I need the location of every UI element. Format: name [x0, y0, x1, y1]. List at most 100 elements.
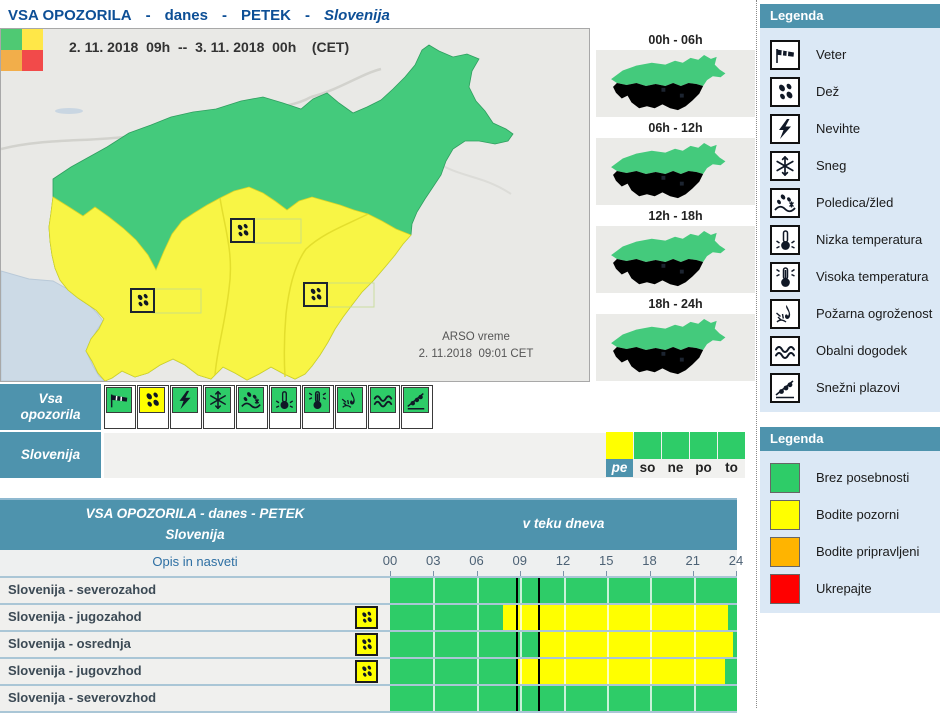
day-severity-swatch — [634, 432, 661, 459]
map-warning-dez-icon — [304, 283, 327, 306]
orange-swatch — [770, 537, 800, 567]
tab-nevihte[interactable] — [170, 385, 202, 429]
visoka-temperatura-icon — [770, 262, 800, 292]
legend-level-yellow: Bodite pozorni — [760, 496, 940, 533]
dez-icon[interactable] — [355, 606, 378, 629]
dez-icon — [141, 389, 163, 411]
tab-veter[interactable] — [104, 385, 136, 429]
content-sidebar-divider — [756, 0, 757, 708]
day-severity-swatch — [718, 432, 745, 459]
day-tab-po[interactable]: po — [690, 432, 717, 477]
obalni-dogodek-icon — [770, 336, 800, 366]
mini-slovenia-map[interactable] — [601, 53, 751, 115]
day-tabs: pe so ne po to — [606, 432, 746, 477]
page-title-brand: VSA OPOZORILA — [8, 7, 132, 24]
table-row: Slovenija - severovzhod — [0, 686, 737, 713]
interval-map-18-24[interactable]: 18h - 24h — [596, 294, 755, 381]
legend-icons-panel: Legenda Veter Dež Nevihte Sneg Poledica/… — [760, 4, 940, 412]
mini-slovenia-map[interactable] — [601, 229, 751, 291]
title-today-link[interactable]: danes — [165, 7, 208, 24]
map-validity-title: 2. 11. 2018 09h -- 3. 11. 2018 00h (CET) — [69, 39, 349, 55]
day-severity-swatch — [606, 432, 633, 459]
mini-slovenia-map[interactable] — [601, 141, 751, 203]
title-separator: - — [305, 7, 310, 24]
legend-item-nevihte: Nevihte — [760, 110, 940, 147]
legend-item-pozarna-ogrozenost: Požarna ogroženost — [760, 295, 940, 332]
legend-icons-title: Legenda — [760, 4, 940, 28]
table-header-title: VSA OPOZORILA - danes - PETEK — [0, 506, 390, 521]
tab-nizka-temperatura[interactable] — [269, 385, 301, 429]
timeline-bar — [390, 686, 737, 711]
legend-item-nizka-temperatura: Nizka temperatura — [760, 221, 940, 258]
title-day-link[interactable]: PETEK — [241, 7, 291, 24]
tab-snezni-plazovi[interactable] — [401, 385, 433, 429]
map-attribution: ARSO vreme 2. 11.2018 09:01 CET — [401, 329, 551, 363]
mini-slovenia-map[interactable] — [601, 317, 751, 379]
timeline-bar — [390, 605, 737, 630]
tab-visoka-temperatura[interactable] — [302, 385, 334, 429]
pozarna-ogrozenost-icon — [339, 389, 361, 411]
interval-label: 06h - 12h — [596, 118, 755, 138]
veter-icon — [770, 40, 800, 70]
hour-axis: 00 03 06 09 12 15 18 21 24 — [390, 550, 737, 576]
desc-column-label: Opis in nasveti — [0, 554, 390, 569]
day-tab-ne[interactable]: ne — [662, 432, 689, 477]
yellow-swatch — [770, 500, 800, 530]
legend-level-red: Ukrepajte — [760, 570, 940, 607]
interval-label: 00h - 06h — [596, 30, 755, 50]
sneg-icon — [207, 389, 229, 411]
legend-item-sneg: Sneg — [760, 147, 940, 184]
day-tab-pe[interactable]: pe — [606, 432, 633, 477]
title-region-link[interactable]: Slovenija — [324, 7, 390, 24]
table-header-timeline: v teku dneva — [390, 516, 737, 531]
legend-item-poledica: Poledica/žled — [760, 184, 940, 221]
green-swatch — [770, 463, 800, 493]
legend-item-dez: Dež — [760, 73, 940, 110]
tab-dez[interactable] — [137, 385, 169, 429]
veter-icon — [108, 389, 130, 411]
interval-map-12-18[interactable]: 12h - 18h — [596, 206, 755, 293]
interval-label: 12h - 18h — [596, 206, 755, 226]
snezni-plazovi-icon — [405, 389, 427, 411]
day-tab-to[interactable]: to — [718, 432, 745, 477]
tab-pozarna-ogrozenost[interactable] — [335, 385, 367, 429]
timeline-bar — [390, 659, 737, 684]
all-warnings-label: Vsaopozorila — [0, 384, 101, 430]
title-separator: - — [222, 7, 227, 24]
legend-level-green: Brez posebnosti — [760, 459, 940, 496]
day-severity-swatch — [662, 432, 689, 459]
map-warning-dez-icon — [131, 289, 154, 312]
tab-sneg[interactable] — [203, 385, 235, 429]
interval-map-00-06[interactable]: 00h - 06h — [596, 30, 755, 117]
poledica-icon — [770, 188, 800, 218]
table-header: VSA OPOZORILA - danes - PETEK Slovenija … — [0, 500, 737, 550]
interval-map-06-12[interactable]: 06h - 12h — [596, 118, 755, 205]
region-label: Slovenija — [0, 432, 101, 478]
interval-label: 18h - 24h — [596, 294, 755, 314]
nevihte-icon — [174, 389, 196, 411]
legend-level-orange: Bodite pripravljeni — [760, 533, 940, 570]
nizka-temperatura-icon — [273, 389, 295, 411]
dez-icon[interactable] — [355, 660, 378, 683]
legend-item-visoka-temperatura: Visoka temperatura — [760, 258, 940, 295]
legend-levels-panel: Legenda Brez posebnosti Bodite pozorni B… — [760, 427, 940, 613]
interval-maps: 00h - 06h 06h - 12h 12h - 18h 18h - 24h — [596, 30, 755, 382]
day-tab-so[interactable]: so — [634, 432, 661, 477]
table-header-region: Slovenija — [0, 527, 390, 542]
nevihte-icon — [770, 114, 800, 144]
tab-obalni-dogodek[interactable] — [368, 385, 400, 429]
table-row: Slovenija - severozahod — [0, 578, 737, 605]
legend-item-obalni-dogodek: Obalni dogodek — [760, 332, 940, 369]
obalni-dogodek-icon — [372, 389, 394, 411]
page-title: VSA OPOZORILA - danes - PETEK - Slovenij… — [8, 4, 390, 26]
snezni-plazovi-icon — [770, 373, 800, 403]
dez-icon — [770, 77, 800, 107]
map-warning-dez-icon — [231, 219, 254, 242]
dez-icon[interactable] — [355, 633, 378, 656]
warning-map[interactable]: 2. 11. 2018 09h -- 3. 11. 2018 00h (CET)… — [0, 28, 590, 382]
legend-levels-title: Legenda — [760, 427, 940, 451]
pozarna-ogrozenost-icon — [770, 299, 800, 329]
warning-type-tabs — [104, 385, 434, 429]
tab-poledica[interactable] — [236, 385, 268, 429]
day-severity-swatch — [690, 432, 717, 459]
